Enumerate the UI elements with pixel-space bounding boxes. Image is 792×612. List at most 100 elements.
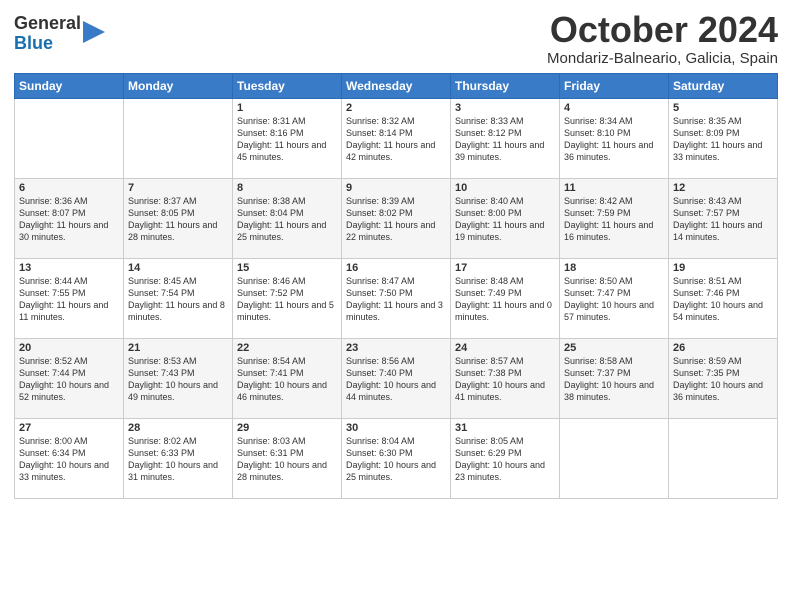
calendar-cell: 3 Sunrise: 8:33 AMSunset: 8:12 PMDayligh…	[451, 98, 560, 178]
col-friday: Friday	[560, 73, 669, 98]
day-number: 16	[346, 262, 446, 274]
calendar-cell	[669, 418, 778, 498]
week-row-3: 13 Sunrise: 8:44 AMSunset: 7:55 PMDaylig…	[15, 258, 778, 338]
day-number: 10	[455, 182, 555, 194]
calendar-cell: 8 Sunrise: 8:38 AMSunset: 8:04 PMDayligh…	[233, 178, 342, 258]
logo-text: General Blue	[14, 14, 81, 54]
day-info: Sunrise: 8:59 AMSunset: 7:35 PMDaylight:…	[673, 355, 773, 404]
calendar-cell: 26 Sunrise: 8:59 AMSunset: 7:35 PMDaylig…	[669, 338, 778, 418]
col-wednesday: Wednesday	[342, 73, 451, 98]
calendar-cell: 16 Sunrise: 8:47 AMSunset: 7:50 PMDaylig…	[342, 258, 451, 338]
calendar-header-row: Sunday Monday Tuesday Wednesday Thursday…	[15, 73, 778, 98]
calendar-cell	[124, 98, 233, 178]
day-number: 5	[673, 102, 773, 114]
calendar-cell: 5 Sunrise: 8:35 AMSunset: 8:09 PMDayligh…	[669, 98, 778, 178]
col-tuesday: Tuesday	[233, 73, 342, 98]
calendar-cell: 13 Sunrise: 8:44 AMSunset: 7:55 PMDaylig…	[15, 258, 124, 338]
week-row-4: 20 Sunrise: 8:52 AMSunset: 7:44 PMDaylig…	[15, 338, 778, 418]
col-sunday: Sunday	[15, 73, 124, 98]
day-info: Sunrise: 8:31 AMSunset: 8:16 PMDaylight:…	[237, 115, 337, 164]
day-number: 3	[455, 102, 555, 114]
calendar-cell: 6 Sunrise: 8:36 AMSunset: 8:07 PMDayligh…	[15, 178, 124, 258]
day-number: 11	[564, 182, 664, 194]
day-number: 4	[564, 102, 664, 114]
location: Mondariz-Balneario, Galicia, Spain	[547, 50, 778, 67]
week-row-1: 1 Sunrise: 8:31 AMSunset: 8:16 PMDayligh…	[15, 98, 778, 178]
day-info: Sunrise: 8:32 AMSunset: 8:14 PMDaylight:…	[346, 115, 446, 164]
day-number: 21	[128, 342, 228, 354]
title-block: October 2024 Mondariz-Balneario, Galicia…	[547, 10, 778, 67]
day-number: 30	[346, 422, 446, 434]
day-number: 2	[346, 102, 446, 114]
logo: General Blue	[14, 14, 105, 54]
day-number: 13	[19, 262, 119, 274]
col-saturday: Saturday	[669, 73, 778, 98]
col-monday: Monday	[124, 73, 233, 98]
month-title: October 2024	[547, 10, 778, 50]
day-number: 18	[564, 262, 664, 274]
day-number: 15	[237, 262, 337, 274]
day-number: 29	[237, 422, 337, 434]
calendar-cell: 21 Sunrise: 8:53 AMSunset: 7:43 PMDaylig…	[124, 338, 233, 418]
calendar-cell: 12 Sunrise: 8:43 AMSunset: 7:57 PMDaylig…	[669, 178, 778, 258]
calendar-cell: 14 Sunrise: 8:45 AMSunset: 7:54 PMDaylig…	[124, 258, 233, 338]
page: General Blue October 2024 Mondariz-Balne…	[0, 0, 792, 612]
day-info: Sunrise: 8:35 AMSunset: 8:09 PMDaylight:…	[673, 115, 773, 164]
day-number: 25	[564, 342, 664, 354]
day-number: 1	[237, 102, 337, 114]
day-info: Sunrise: 8:51 AMSunset: 7:46 PMDaylight:…	[673, 275, 773, 324]
day-number: 22	[237, 342, 337, 354]
calendar-cell: 29 Sunrise: 8:03 AMSunset: 6:31 PMDaylig…	[233, 418, 342, 498]
calendar-cell: 11 Sunrise: 8:42 AMSunset: 7:59 PMDaylig…	[560, 178, 669, 258]
day-info: Sunrise: 8:43 AMSunset: 7:57 PMDaylight:…	[673, 195, 773, 244]
day-info: Sunrise: 8:50 AMSunset: 7:47 PMDaylight:…	[564, 275, 664, 324]
calendar-cell: 1 Sunrise: 8:31 AMSunset: 8:16 PMDayligh…	[233, 98, 342, 178]
calendar-cell: 31 Sunrise: 8:05 AMSunset: 6:29 PMDaylig…	[451, 418, 560, 498]
week-row-5: 27 Sunrise: 8:00 AMSunset: 6:34 PMDaylig…	[15, 418, 778, 498]
calendar-cell: 9 Sunrise: 8:39 AMSunset: 8:02 PMDayligh…	[342, 178, 451, 258]
day-info: Sunrise: 8:45 AMSunset: 7:54 PMDaylight:…	[128, 275, 228, 324]
day-info: Sunrise: 8:58 AMSunset: 7:37 PMDaylight:…	[564, 355, 664, 404]
calendar-cell: 25 Sunrise: 8:58 AMSunset: 7:37 PMDaylig…	[560, 338, 669, 418]
day-number: 23	[346, 342, 446, 354]
day-info: Sunrise: 8:57 AMSunset: 7:38 PMDaylight:…	[455, 355, 555, 404]
day-number: 8	[237, 182, 337, 194]
col-thursday: Thursday	[451, 73, 560, 98]
day-info: Sunrise: 8:52 AMSunset: 7:44 PMDaylight:…	[19, 355, 119, 404]
calendar-cell: 19 Sunrise: 8:51 AMSunset: 7:46 PMDaylig…	[669, 258, 778, 338]
calendar-cell: 4 Sunrise: 8:34 AMSunset: 8:10 PMDayligh…	[560, 98, 669, 178]
logo-icon	[83, 21, 105, 43]
day-number: 6	[19, 182, 119, 194]
week-row-2: 6 Sunrise: 8:36 AMSunset: 8:07 PMDayligh…	[15, 178, 778, 258]
calendar-cell: 27 Sunrise: 8:00 AMSunset: 6:34 PMDaylig…	[15, 418, 124, 498]
calendar-cell: 23 Sunrise: 8:56 AMSunset: 7:40 PMDaylig…	[342, 338, 451, 418]
calendar-cell: 7 Sunrise: 8:37 AMSunset: 8:05 PMDayligh…	[124, 178, 233, 258]
calendar-cell: 17 Sunrise: 8:48 AMSunset: 7:49 PMDaylig…	[451, 258, 560, 338]
day-info: Sunrise: 8:00 AMSunset: 6:34 PMDaylight:…	[19, 435, 119, 484]
day-info: Sunrise: 8:40 AMSunset: 8:00 PMDaylight:…	[455, 195, 555, 244]
day-info: Sunrise: 8:37 AMSunset: 8:05 PMDaylight:…	[128, 195, 228, 244]
calendar-cell: 15 Sunrise: 8:46 AMSunset: 7:52 PMDaylig…	[233, 258, 342, 338]
day-number: 31	[455, 422, 555, 434]
day-info: Sunrise: 8:02 AMSunset: 6:33 PMDaylight:…	[128, 435, 228, 484]
day-info: Sunrise: 8:53 AMSunset: 7:43 PMDaylight:…	[128, 355, 228, 404]
day-info: Sunrise: 8:04 AMSunset: 6:30 PMDaylight:…	[346, 435, 446, 484]
calendar-cell	[560, 418, 669, 498]
calendar-cell: 30 Sunrise: 8:04 AMSunset: 6:30 PMDaylig…	[342, 418, 451, 498]
day-number: 14	[128, 262, 228, 274]
day-number: 9	[346, 182, 446, 194]
calendar-cell: 18 Sunrise: 8:50 AMSunset: 7:47 PMDaylig…	[560, 258, 669, 338]
calendar-cell	[15, 98, 124, 178]
day-number: 17	[455, 262, 555, 274]
calendar-table: Sunday Monday Tuesday Wednesday Thursday…	[14, 73, 778, 499]
day-info: Sunrise: 8:54 AMSunset: 7:41 PMDaylight:…	[237, 355, 337, 404]
day-number: 26	[673, 342, 773, 354]
day-info: Sunrise: 8:34 AMSunset: 8:10 PMDaylight:…	[564, 115, 664, 164]
day-number: 12	[673, 182, 773, 194]
calendar-cell: 24 Sunrise: 8:57 AMSunset: 7:38 PMDaylig…	[451, 338, 560, 418]
day-info: Sunrise: 8:36 AMSunset: 8:07 PMDaylight:…	[19, 195, 119, 244]
day-info: Sunrise: 8:47 AMSunset: 7:50 PMDaylight:…	[346, 275, 446, 324]
day-number: 19	[673, 262, 773, 274]
day-info: Sunrise: 8:05 AMSunset: 6:29 PMDaylight:…	[455, 435, 555, 484]
calendar-cell: 22 Sunrise: 8:54 AMSunset: 7:41 PMDaylig…	[233, 338, 342, 418]
